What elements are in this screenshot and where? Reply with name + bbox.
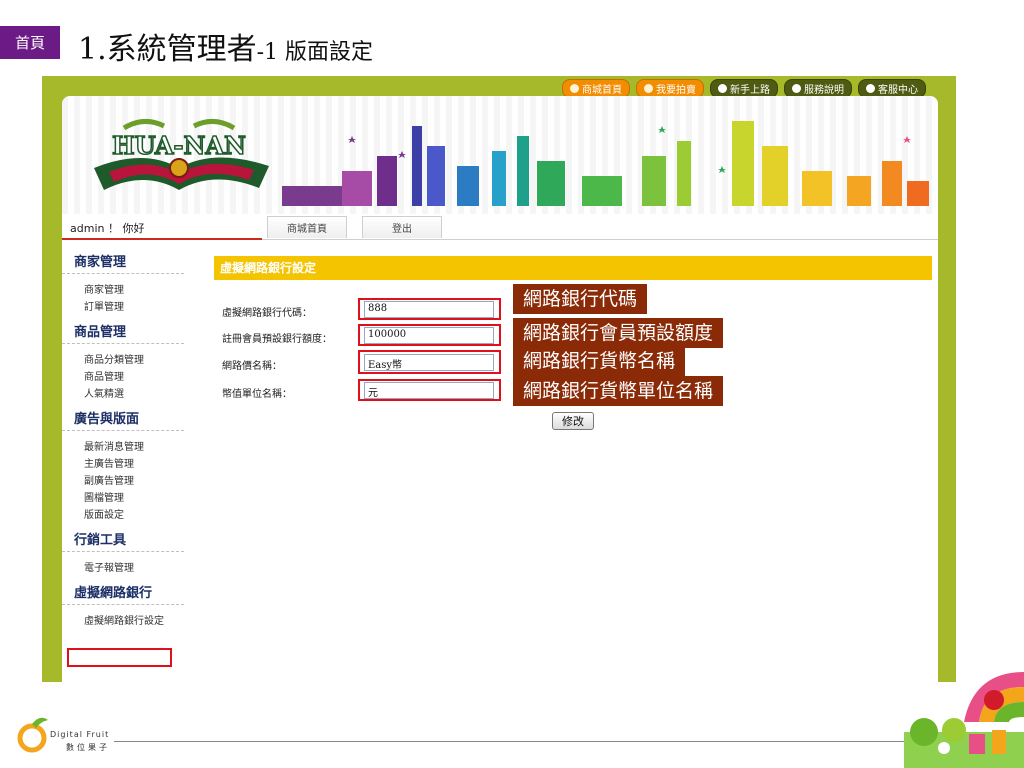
sidebar-item-layout-settings[interactable]: 版面設定 (84, 507, 192, 524)
callout-default-credit: 網路銀行會員預設額度 (513, 318, 724, 348)
default-credit-label: 註冊會員預設銀行額度： (222, 334, 332, 345)
sidebar-item-virtual-bank-settings[interactable]: 虛擬網路銀行設定 (84, 613, 192, 630)
sidebar-section-title: 商品管理 (62, 322, 184, 344)
corner-decoration-illustration (904, 672, 1024, 768)
site-banner: HUA-NAN (62, 96, 938, 214)
sidebar-item-newsletter[interactable]: 電子報管理 (84, 560, 192, 577)
logo-text: HUA-NAN (112, 131, 246, 160)
app-screenshot-frame: 商城首頁 我要拍賣 新手上路 服務說明 客服中心 HUA-NAN admin ！… (42, 76, 956, 682)
nav-service-label: 服務說明 (804, 85, 844, 96)
sidebar-item-product-management[interactable]: 商品管理 (84, 369, 192, 386)
chat-icon (866, 84, 875, 93)
tab-logout[interactable]: 登出 (362, 216, 442, 238)
callout-currency-unit: 網路銀行貨幣單位名稱 (513, 376, 724, 406)
currency-unit-input[interactable]: 元 (364, 382, 494, 399)
tab-mall-home[interactable]: 商城首頁 (267, 216, 347, 238)
user-bar: admin ！ 你好 商城首頁 登出 (62, 214, 938, 240)
sidebar-section-title: 廣告與版面 (62, 409, 184, 431)
user-greeting: admin ！ 你好 (70, 222, 145, 235)
bank-code-input[interactable]: 888 (364, 301, 494, 318)
sidebar-item-sub-ad[interactable]: 副廣告管理 (84, 473, 192, 490)
callout-bank-code: 網路銀行代碼 (513, 284, 648, 314)
sidebar-item-category-management[interactable]: 商品分類管理 (84, 352, 192, 369)
currency-name-label: 網路價名稱： (222, 361, 282, 372)
panel-header: 虛擬網路銀行設定 (214, 256, 932, 280)
admin-sidebar: 商家管理 商家管理 訂單管理 商品管理 商品分類管理 商品管理 人氣精選 廣告與 (62, 252, 192, 636)
hua-nan-logo: HUA-NAN (94, 119, 269, 190)
book-icon (792, 84, 801, 93)
nav-support-label: 客服中心 (878, 85, 918, 96)
brand-name-en: Digital Fruit (50, 730, 110, 739)
currency-unit-label: 幣值單位名稱： (222, 389, 292, 400)
nav-auction-label: 我要拍賣 (656, 85, 696, 96)
footer-divider (114, 741, 924, 742)
user-icon (718, 84, 727, 93)
sidebar-section-merchant: 商家管理 商家管理 訂單管理 (62, 252, 192, 322)
sidebar-section-product: 商品管理 商品分類管理 商品管理 人氣精選 (62, 322, 192, 409)
sidebar-highlight-box (67, 648, 172, 667)
default-credit-input[interactable]: 100000 (364, 327, 494, 344)
slide-title: 1.系統管理者-1 版面設定 (78, 24, 373, 68)
slide-title-suffix: -1 版面設定 (256, 40, 374, 65)
modify-button[interactable]: 修改 (552, 412, 594, 430)
city-skyline-illustration (282, 121, 929, 206)
bank-code-label: 虛擬網路銀行代碼： (222, 308, 312, 319)
sidebar-section-title: 虛擬網路銀行 (62, 583, 184, 605)
brand-name-zh: 數位果子 (66, 743, 110, 752)
home-badge[interactable]: 首頁 (0, 26, 60, 59)
app-window: HUA-NAN admin ！ 你好 商城首頁 登出 商家管理 商家管理 訂單管… (62, 96, 938, 682)
sidebar-item-image-management[interactable]: 圖檔管理 (84, 490, 192, 507)
user-bar-underline (62, 238, 262, 240)
slide-title-main: 1.系統管理者 (78, 32, 257, 67)
nav-mall-home-label: 商城首頁 (582, 85, 622, 96)
home-icon (570, 84, 579, 93)
nav-beginner-label: 新手上路 (730, 85, 770, 96)
sidebar-item-main-ad[interactable]: 主廣告管理 (84, 456, 192, 473)
sidebar-section-title: 行銷工具 (62, 530, 184, 552)
sidebar-section-ads: 廣告與版面 最新消息管理 主廣告管理 副廣告管理 圖檔管理 版面設定 (62, 409, 192, 530)
sidebar-item-order-management[interactable]: 訂單管理 (84, 299, 192, 316)
sidebar-item-merchant-management[interactable]: 商家管理 (84, 282, 192, 299)
callout-currency-name: 網路銀行貨幣名稱 (513, 346, 686, 376)
sidebar-section-virtual-bank: 虛擬網路銀行 虛擬網路銀行設定 (62, 583, 192, 636)
sidebar-section-title: 商家管理 (62, 252, 184, 274)
presentation-slide: 首頁 1.系統管理者-1 版面設定 商城首頁 我要拍賣 新手上路 服務說明 客服… (0, 0, 1024, 768)
auction-icon (644, 84, 653, 93)
sidebar-item-news-management[interactable]: 最新消息管理 (84, 439, 192, 456)
currency-name-input[interactable]: Easy幣 (364, 354, 494, 371)
sidebar-item-popular-picks[interactable]: 人氣精選 (84, 386, 192, 403)
sidebar-section-marketing: 行銷工具 電子報管理 (62, 530, 192, 583)
